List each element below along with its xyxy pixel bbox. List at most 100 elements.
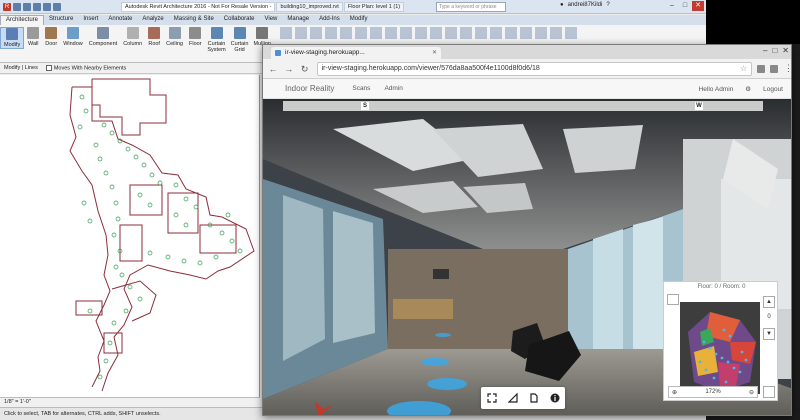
- brand-logo[interactable]: Indoor Reality: [285, 84, 334, 93]
- curtain-system-tool[interactable]: Curtain System: [205, 27, 229, 53]
- undo-icon[interactable]: [33, 2, 41, 11]
- shaft-icon[interactable]: [474, 27, 487, 39]
- level-icon[interactable]: [534, 27, 547, 39]
- scan-position-marker[interactable]: [435, 333, 451, 337]
- grid-icon[interactable]: [549, 27, 562, 39]
- doc-tab-building[interactable]: building10_improved.rvt: [276, 1, 343, 12]
- tab-close-icon[interactable]: ✕: [432, 47, 437, 59]
- component-tool[interactable]: Component: [86, 27, 120, 47]
- railing-icon[interactable]: [279, 27, 292, 39]
- ribbon-tab-architecture[interactable]: Architecture: [0, 15, 45, 25]
- stair-icon[interactable]: [309, 27, 322, 39]
- gallery-icon[interactable]: [667, 294, 679, 305]
- minimap-toggle-icon[interactable]: [763, 386, 775, 398]
- save-icon[interactable]: [23, 2, 31, 11]
- logout-link[interactable]: Logout: [763, 86, 783, 93]
- close-button[interactable]: ✕: [782, 46, 789, 55]
- set-workplane-icon[interactable]: [564, 27, 577, 39]
- ribbon-tab-manage[interactable]: Manage: [282, 15, 314, 25]
- compass-strip[interactable]: S W: [283, 101, 763, 111]
- window-tool[interactable]: Window: [60, 27, 86, 47]
- ramp-icon[interactable]: [294, 27, 307, 39]
- ribbon-tab-massing[interactable]: Massing & Site: [169, 15, 219, 25]
- chrome-menu-icon[interactable]: ⋮: [784, 63, 791, 74]
- redo-icon[interactable]: [43, 2, 51, 11]
- reload-icon[interactable]: ↻: [299, 63, 311, 75]
- document-icon[interactable]: [527, 391, 541, 405]
- floor-tool[interactable]: Floor: [186, 27, 205, 47]
- wall-tool[interactable]: Wall: [24, 27, 42, 47]
- zoom-in-icon[interactable]: ⊕: [672, 389, 677, 396]
- view-scale[interactable]: 1/8" = 1'-0": [4, 399, 31, 405]
- bookmark-star-icon[interactable]: ☆: [740, 63, 747, 75]
- checkbox-box[interactable]: [45, 64, 52, 71]
- browser-tab[interactable]: ir-view-staging.herokuapp... ✕: [271, 47, 441, 59]
- wall-opening-icon[interactable]: [489, 27, 502, 39]
- tag-room-icon[interactable]: [399, 27, 412, 39]
- maximize-button[interactable]: □: [679, 1, 691, 11]
- ribbon-tab-view[interactable]: View: [259, 15, 282, 25]
- minimize-button[interactable]: –: [763, 46, 767, 55]
- zoom-out-icon[interactable]: ⊖: [749, 389, 754, 396]
- moves-with-nearby-checkbox[interactable]: Moves With Nearby Elements: [45, 64, 126, 71]
- measure-icon[interactable]: [506, 391, 520, 405]
- plan-room: [129, 184, 163, 216]
- measure-glyph: [507, 393, 518, 403]
- door-tool[interactable]: Door: [42, 27, 60, 47]
- ribbon-tab-analyze[interactable]: Analyze: [137, 15, 168, 25]
- scan-position-marker[interactable]: [427, 378, 467, 390]
- panorama-viewer[interactable]: S W Floor: 0 / Room: 0 ▲ 0 ▼ ⊕ 172% ⊖: [263, 99, 791, 415]
- curtain-grid-tool[interactable]: Curtain Grid: [229, 27, 251, 53]
- url-text: ir-view-staging.herokuapp.com/viewer/576…: [321, 64, 540, 72]
- model-text-icon[interactable]: [324, 27, 337, 39]
- floor-minimap[interactable]: Floor: 0 / Room: 0 ▲ 0 ▼ ⊕ 172% ⊖: [663, 281, 778, 401]
- modify-tool[interactable]: Modify: [0, 27, 25, 49]
- info-icon[interactable]: [548, 391, 562, 405]
- user-name[interactable]: andrei87Kildi: [568, 2, 603, 8]
- ceiling-tool[interactable]: Ceiling: [163, 27, 186, 47]
- roof-tool[interactable]: Roof: [145, 27, 163, 47]
- by-face-icon[interactable]: [459, 27, 472, 39]
- chrome-tabstrip: ir-view-staging.herokuapp... ✕ – □ ✕: [263, 45, 791, 59]
- minimap-floorplan[interactable]: [680, 302, 760, 394]
- help-search-input[interactable]: Type a keyword or phrase: [436, 2, 506, 12]
- ribbon-tab-annotate[interactable]: Annotate: [103, 15, 137, 25]
- open-icon[interactable]: [13, 2, 21, 11]
- nav-link-scans[interactable]: Scans: [352, 85, 370, 92]
- extension-icon[interactable]: [757, 64, 766, 73]
- dormer-icon[interactable]: [519, 27, 532, 39]
- column-tool[interactable]: Column: [120, 27, 145, 47]
- level-up-icon[interactable]: ▲: [763, 296, 775, 308]
- ribbon-tab-insert[interactable]: Insert: [78, 15, 103, 25]
- close-button[interactable]: ✕: [692, 1, 704, 11]
- address-bar[interactable]: ir-view-staging.herokuapp.com/viewer/576…: [316, 61, 753, 76]
- floor-plan-canvas[interactable]: [0, 75, 260, 397]
- tag-area-icon[interactable]: [444, 27, 457, 39]
- vertical-opening-icon[interactable]: [504, 27, 517, 39]
- level-down-icon[interactable]: ▼: [763, 328, 775, 340]
- nav-link-admin[interactable]: Admin: [384, 85, 402, 92]
- ribbon-tab-structure[interactable]: Structure: [44, 15, 78, 25]
- back-icon[interactable]: ←: [267, 63, 279, 75]
- area-boundary-icon[interactable]: [429, 27, 442, 39]
- area-icon[interactable]: [414, 27, 427, 39]
- ribbon-tab-modify[interactable]: Modify: [345, 15, 373, 25]
- fullscreen-icon[interactable]: [485, 391, 499, 405]
- compass-south-marker: S: [361, 102, 369, 110]
- ribbon-tab-addins[interactable]: Add-Ins: [314, 15, 345, 25]
- minimize-button[interactable]: –: [666, 1, 678, 11]
- scan-position-marker[interactable]: [421, 358, 449, 366]
- settings-gear-icon[interactable]: ⚙: [745, 85, 751, 93]
- doc-tab-floorplan[interactable]: Floor Plan: level 1 (1): [343, 1, 405, 12]
- model-line-icon[interactable]: [339, 27, 352, 39]
- room-icon[interactable]: [369, 27, 382, 39]
- ribbon-tab-collaborate[interactable]: Collaborate: [219, 15, 260, 25]
- revit-logo-icon[interactable]: R: [3, 2, 11, 11]
- help-icon[interactable]: ?: [606, 2, 609, 8]
- extension-icon[interactable]: [770, 64, 778, 73]
- maximize-button[interactable]: □: [772, 46, 777, 55]
- print-icon[interactable]: [53, 2, 61, 11]
- forward-icon[interactable]: →: [283, 63, 295, 75]
- model-group-icon[interactable]: [354, 27, 367, 39]
- room-separator-icon[interactable]: [384, 27, 397, 39]
